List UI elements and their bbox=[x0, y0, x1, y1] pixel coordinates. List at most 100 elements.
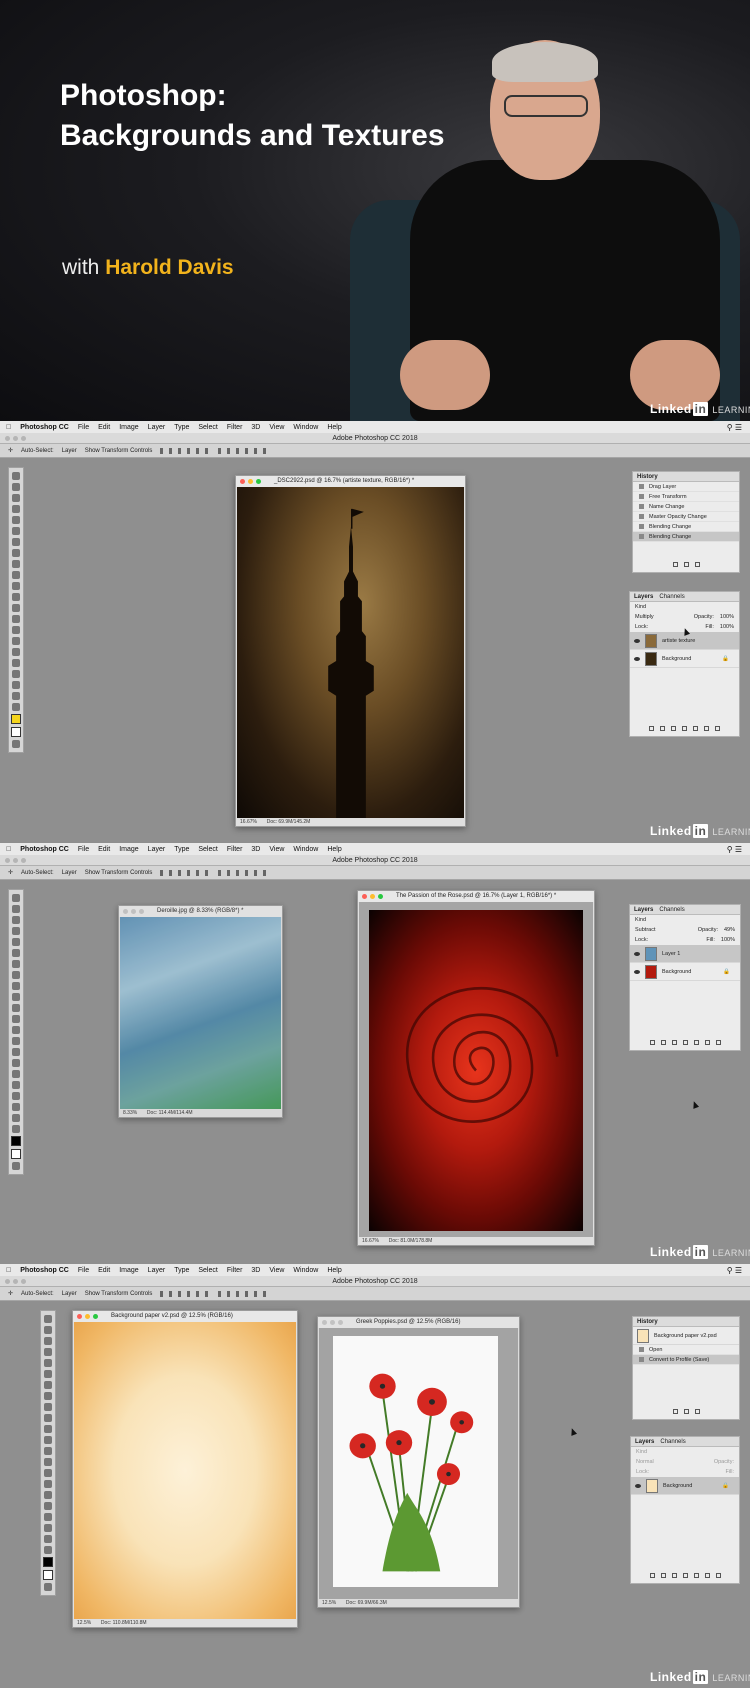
eraser-icon[interactable] bbox=[12, 1004, 20, 1012]
menu-image[interactable]: Image bbox=[119, 424, 138, 431]
document-window[interactable]: _DSC2922.psd @ 16.7% (artiste texture, R… bbox=[235, 475, 466, 827]
canvas-area[interactable] bbox=[359, 902, 593, 1237]
menu-file[interactable]: File bbox=[78, 1267, 89, 1274]
healing-brush-icon[interactable] bbox=[44, 1381, 52, 1389]
background-color-swatch[interactable] bbox=[11, 1149, 21, 1159]
move-tool-icon[interactable] bbox=[44, 1315, 52, 1323]
marquee-tool-icon[interactable] bbox=[12, 905, 20, 913]
blend-mode-select[interactable]: Normal bbox=[636, 1459, 654, 1465]
document-window[interactable]: Background paper v2.psd @ 12.5% (RGB/16)… bbox=[72, 1310, 298, 1628]
screen-mode-icon[interactable] bbox=[44, 1583, 52, 1591]
menu-type[interactable]: Type bbox=[174, 424, 189, 431]
tab-layers[interactable]: Layers bbox=[634, 594, 653, 600]
mask-icon[interactable] bbox=[671, 1573, 677, 1578]
menu-image[interactable]: Image bbox=[119, 846, 138, 853]
quickmask-icon[interactable] bbox=[12, 703, 20, 711]
camera-icon[interactable] bbox=[683, 1409, 689, 1414]
tab-channels[interactable]: Channels bbox=[660, 1439, 685, 1445]
document-title[interactable]: _DSC2922.psd @ 16.7% (artiste texture, R… bbox=[236, 476, 465, 487]
tab-channels[interactable]: Channels bbox=[659, 907, 684, 913]
menu-window[interactable]: Window bbox=[293, 1267, 318, 1274]
menu-file[interactable]: File bbox=[78, 846, 89, 853]
history-snapshot[interactable]: Background paper v2.psd bbox=[633, 1327, 739, 1345]
align-icons[interactable] bbox=[160, 869, 211, 876]
opacity-field[interactable]: 49% bbox=[724, 927, 735, 933]
layer-filter-kind[interactable]: Kind bbox=[635, 604, 646, 610]
history-brush-icon[interactable] bbox=[44, 1414, 52, 1422]
move-tool-icon[interactable] bbox=[12, 894, 20, 902]
marquee-tool-icon[interactable] bbox=[12, 483, 20, 491]
type-tool-icon[interactable] bbox=[12, 1059, 20, 1067]
canvas-deroille-texture[interactable] bbox=[120, 917, 281, 1109]
shape-tool-icon[interactable] bbox=[12, 659, 20, 667]
menu-window[interactable]: Window bbox=[293, 424, 318, 431]
visibility-eye-icon[interactable] bbox=[634, 969, 640, 974]
new-snapshot-icon[interactable] bbox=[672, 562, 678, 567]
document-window[interactable]: The Passion of the Rose.psd @ 16.7% (Lay… bbox=[357, 890, 595, 1246]
new-layer-icon[interactable] bbox=[704, 1040, 710, 1045]
dodge-icon[interactable] bbox=[12, 615, 20, 623]
path-select-icon[interactable] bbox=[44, 1491, 52, 1499]
canvas-background-paper[interactable] bbox=[74, 1322, 296, 1619]
menu-3d[interactable]: 3D bbox=[251, 846, 260, 853]
move-tool-icon[interactable]: ✛ bbox=[8, 1290, 13, 1297]
lasso-tool-icon[interactable] bbox=[12, 494, 20, 502]
menu-type[interactable]: Type bbox=[174, 846, 189, 853]
menu-edit[interactable]: Edit bbox=[98, 1267, 110, 1274]
menu-select[interactable]: Select bbox=[198, 1267, 217, 1274]
blend-mode-select[interactable]: Subtract bbox=[635, 927, 655, 933]
document-title[interactable]: Deroille.jpg @ 8.33% (RGB/8*) * bbox=[119, 906, 282, 917]
menu-edit[interactable]: Edit bbox=[98, 846, 110, 853]
canvas-area[interactable] bbox=[319, 1328, 518, 1599]
history-item[interactable]: Master Opacity Change bbox=[633, 512, 739, 522]
folder-icon[interactable] bbox=[693, 1573, 699, 1578]
type-tool-icon[interactable] bbox=[44, 1480, 52, 1488]
menu-file[interactable]: File bbox=[78, 424, 89, 431]
folder-icon[interactable] bbox=[693, 1040, 699, 1045]
canvas-rose[interactable] bbox=[369, 910, 583, 1231]
healing-brush-icon[interactable] bbox=[12, 960, 20, 968]
screen-mode-icon[interactable] bbox=[12, 740, 20, 748]
eyedropper-icon[interactable] bbox=[44, 1370, 52, 1378]
type-tool-icon[interactable] bbox=[12, 637, 20, 645]
crop-tool-icon[interactable] bbox=[12, 938, 20, 946]
magic-wand-icon[interactable] bbox=[12, 927, 20, 935]
fx-icon[interactable] bbox=[660, 1040, 666, 1045]
trash-icon[interactable] bbox=[715, 1040, 721, 1045]
trash-icon[interactable] bbox=[715, 1573, 721, 1578]
show-transform-checkbox[interactable]: Show Transform Controls bbox=[85, 448, 153, 454]
menu-filter[interactable]: Filter bbox=[227, 424, 243, 431]
stamp-tool-icon[interactable] bbox=[44, 1403, 52, 1411]
new-snapshot-icon[interactable] bbox=[672, 1409, 678, 1414]
document-title[interactable]: The Passion of the Rose.psd @ 16.7% (Lay… bbox=[358, 891, 594, 902]
more-tools-icon[interactable] bbox=[12, 692, 20, 700]
search-icon[interactable]: ⚲ ☰ bbox=[727, 1266, 742, 1275]
document-title[interactable]: Background paper v2.psd @ 12.5% (RGB/16) bbox=[73, 1311, 297, 1322]
eraser-icon[interactable] bbox=[44, 1425, 52, 1433]
menu-app-name[interactable]: Photoshop CC bbox=[20, 1267, 69, 1274]
menu-select[interactable]: Select bbox=[198, 846, 217, 853]
fill-field[interactable]: 100% bbox=[721, 937, 735, 943]
layer-row[interactable]: Background 🔒 bbox=[630, 963, 740, 981]
history-item[interactable]: Name Change bbox=[633, 502, 739, 512]
menu-filter[interactable]: Filter bbox=[227, 1267, 243, 1274]
zoom-tool-icon[interactable] bbox=[12, 1103, 20, 1111]
menu-view[interactable]: View bbox=[269, 424, 284, 431]
background-color-swatch[interactable] bbox=[11, 727, 21, 737]
pen-tool-icon[interactable] bbox=[12, 1048, 20, 1056]
menu-app-name[interactable]: Photoshop CC bbox=[20, 846, 69, 853]
link-icon[interactable] bbox=[649, 726, 654, 731]
distribute-icons[interactable] bbox=[218, 869, 269, 876]
trash-icon[interactable] bbox=[694, 562, 700, 567]
camera-icon[interactable] bbox=[683, 562, 689, 567]
visibility-eye-icon[interactable] bbox=[635, 1483, 641, 1488]
fx-icon[interactable] bbox=[660, 1573, 666, 1578]
adjustment-icon[interactable] bbox=[682, 1040, 688, 1045]
menu-edit[interactable]: Edit bbox=[98, 424, 110, 431]
quickmask-icon[interactable] bbox=[44, 1546, 52, 1554]
pen-tool-icon[interactable] bbox=[12, 626, 20, 634]
shape-tool-icon[interactable] bbox=[12, 1081, 20, 1089]
apple-icon[interactable]:  bbox=[6, 846, 11, 853]
menu-layer[interactable]: Layer bbox=[148, 1267, 166, 1274]
canvas-artiste-texture[interactable] bbox=[237, 487, 464, 818]
